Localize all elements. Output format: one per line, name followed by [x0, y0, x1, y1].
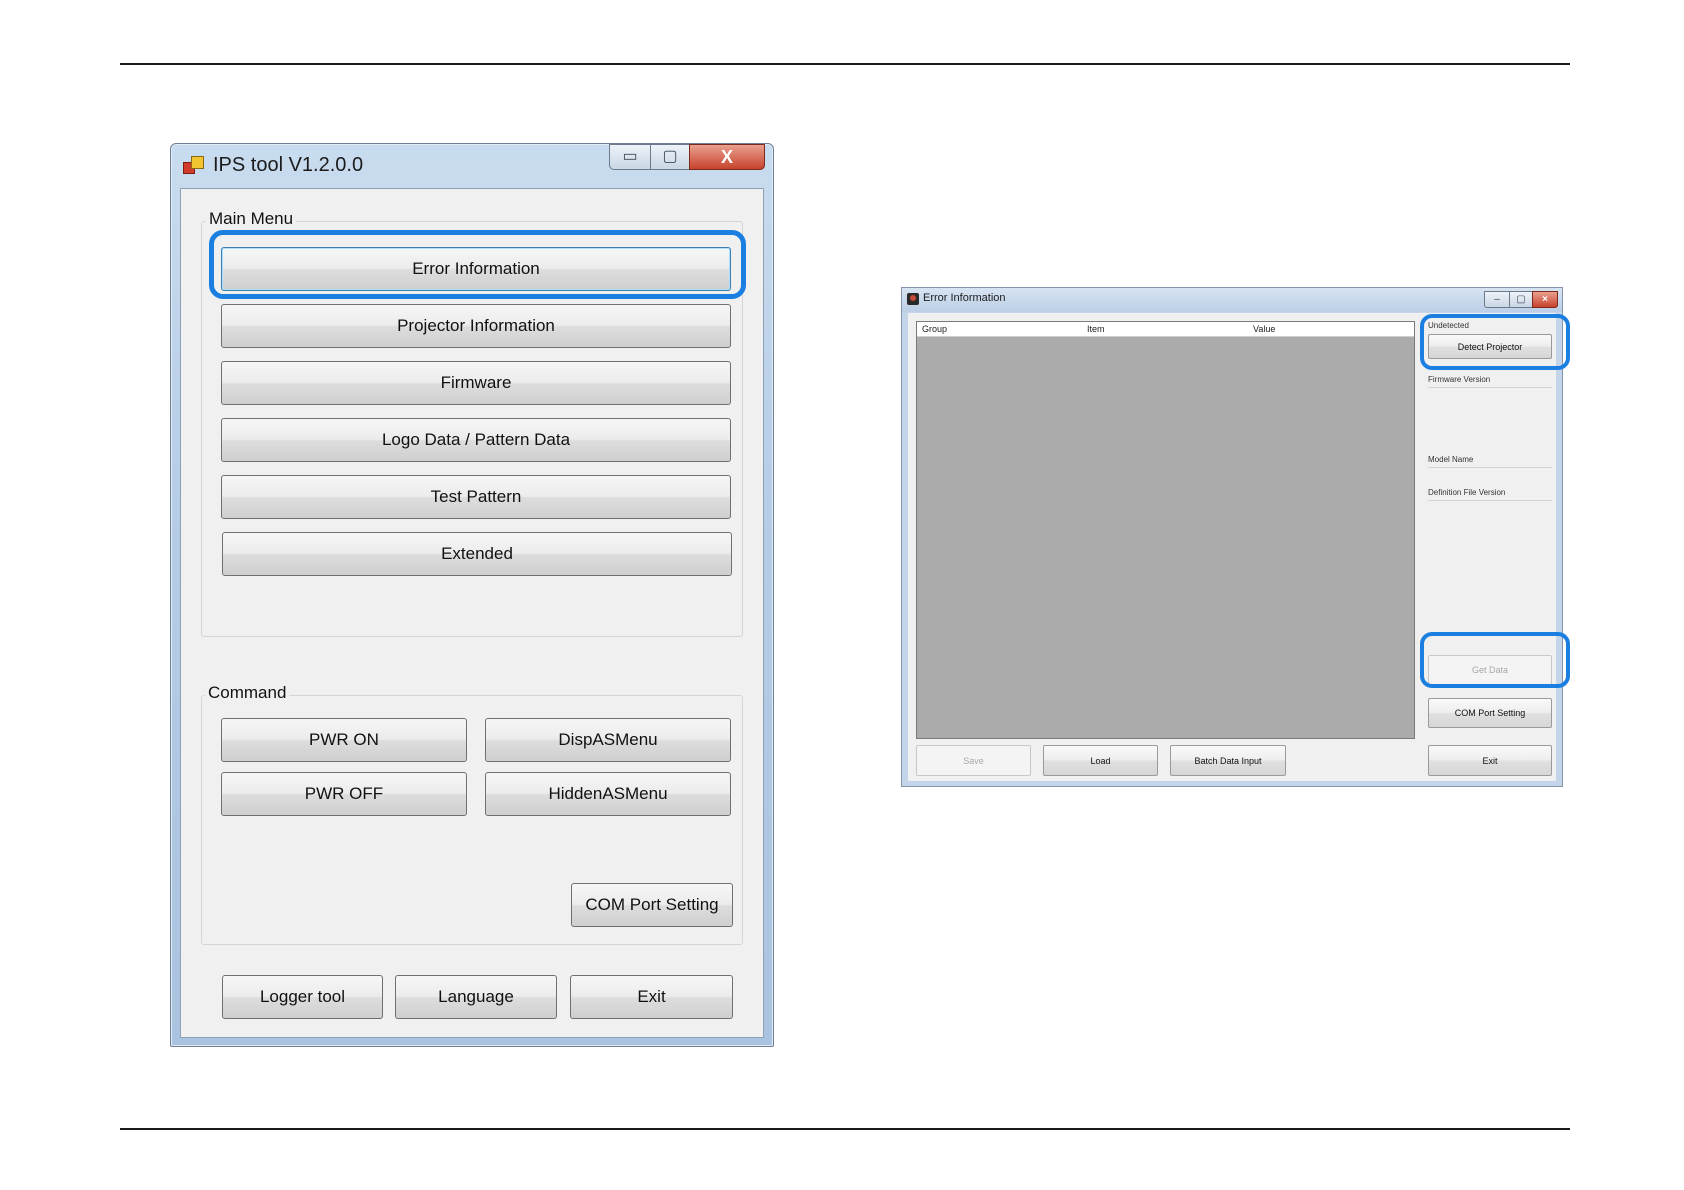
command-label: Command [205, 683, 290, 703]
close-icon: × [1542, 293, 1548, 305]
ips-tool-client-area: Main Menu Error Information Projector In… [180, 188, 764, 1038]
com-port-setting-button[interactable]: COM Port Setting [571, 883, 733, 927]
minimize-button[interactable]: – [1484, 291, 1510, 308]
disp-as-menu-button[interactable]: DispASMenu [485, 718, 731, 762]
maximize-icon: ▢ [1516, 293, 1526, 305]
close-button[interactable]: × [1532, 291, 1558, 308]
firmware-version-value [1428, 387, 1552, 450]
column-item[interactable]: Item [1087, 324, 1105, 334]
error-information-button[interactable]: Error Information [221, 247, 731, 291]
ips-tool-window: IPS tool V1.2.0.0 ▭ ▢ X Main Menu Error … [170, 143, 774, 1047]
top-rule [120, 63, 1570, 65]
detect-projector-button[interactable]: Detect Projector [1428, 334, 1552, 359]
extended-button[interactable]: Extended [222, 532, 732, 576]
detection-status: Undetected [1428, 321, 1469, 330]
window-title: IPS tool V1.2.0.0 [213, 154, 364, 176]
pwr-on-button[interactable]: PWR ON [221, 718, 467, 762]
close-icon: X [720, 147, 733, 167]
model-name-label: Model Name [1428, 455, 1474, 464]
test-pattern-button[interactable]: Test Pattern [221, 475, 731, 519]
hidden-as-menu-button[interactable]: HiddenASMenu [485, 772, 731, 816]
app-icon [907, 293, 919, 305]
logo-pattern-data-button[interactable]: Logo Data / Pattern Data [221, 418, 731, 462]
exit-button[interactable]: Exit [1428, 745, 1552, 776]
close-button[interactable]: X [689, 144, 765, 170]
pwr-off-button[interactable]: PWR OFF [221, 772, 467, 816]
get-data-button[interactable]: Get Data [1428, 655, 1552, 685]
app-icon [183, 156, 204, 174]
title-bar[interactable]: Error Information – ▢ × [902, 288, 1562, 312]
error-information-client-area: Group Item Value Undetected Detect Proje… [908, 313, 1556, 781]
load-button[interactable]: Load [1043, 745, 1158, 776]
firmware-version-label: Firmware Version [1428, 375, 1491, 384]
projector-information-button[interactable]: Projector Information [221, 304, 731, 348]
maximize-button[interactable]: ▢ [650, 144, 690, 170]
language-button[interactable]: Language [395, 975, 557, 1019]
firmware-button[interactable]: Firmware [221, 361, 731, 405]
batch-data-input-button[interactable]: Batch Data Input [1170, 745, 1286, 776]
save-button[interactable]: Save [916, 745, 1031, 776]
logger-tool-button[interactable]: Logger tool [222, 975, 383, 1019]
definition-file-version-value [1428, 500, 1552, 515]
bottom-rule [120, 1128, 1570, 1130]
model-name-value [1428, 467, 1552, 482]
minimize-button[interactable]: ▭ [609, 144, 651, 170]
com-port-setting-button[interactable]: COM Port Setting [1428, 698, 1552, 728]
grid-header: Group Item Value [917, 322, 1414, 337]
minimize-icon: – [1494, 293, 1500, 305]
maximize-icon: ▢ [662, 148, 678, 165]
main-menu-label: Main Menu [206, 209, 297, 229]
column-group[interactable]: Group [922, 324, 947, 334]
title-bar[interactable]: IPS tool V1.2.0.0 ▭ ▢ X [171, 144, 773, 186]
minimize-icon: ▭ [622, 148, 638, 165]
definition-file-version-label: Definition File Version [1428, 488, 1506, 497]
error-data-grid[interactable]: Group Item Value [916, 321, 1415, 739]
error-information-window: Error Information – ▢ × Group Item Value… [901, 287, 1563, 787]
exit-button[interactable]: Exit [570, 975, 733, 1019]
window-title: Error Information [923, 292, 1006, 304]
column-value[interactable]: Value [1253, 324, 1275, 334]
maximize-button[interactable]: ▢ [1509, 291, 1533, 308]
